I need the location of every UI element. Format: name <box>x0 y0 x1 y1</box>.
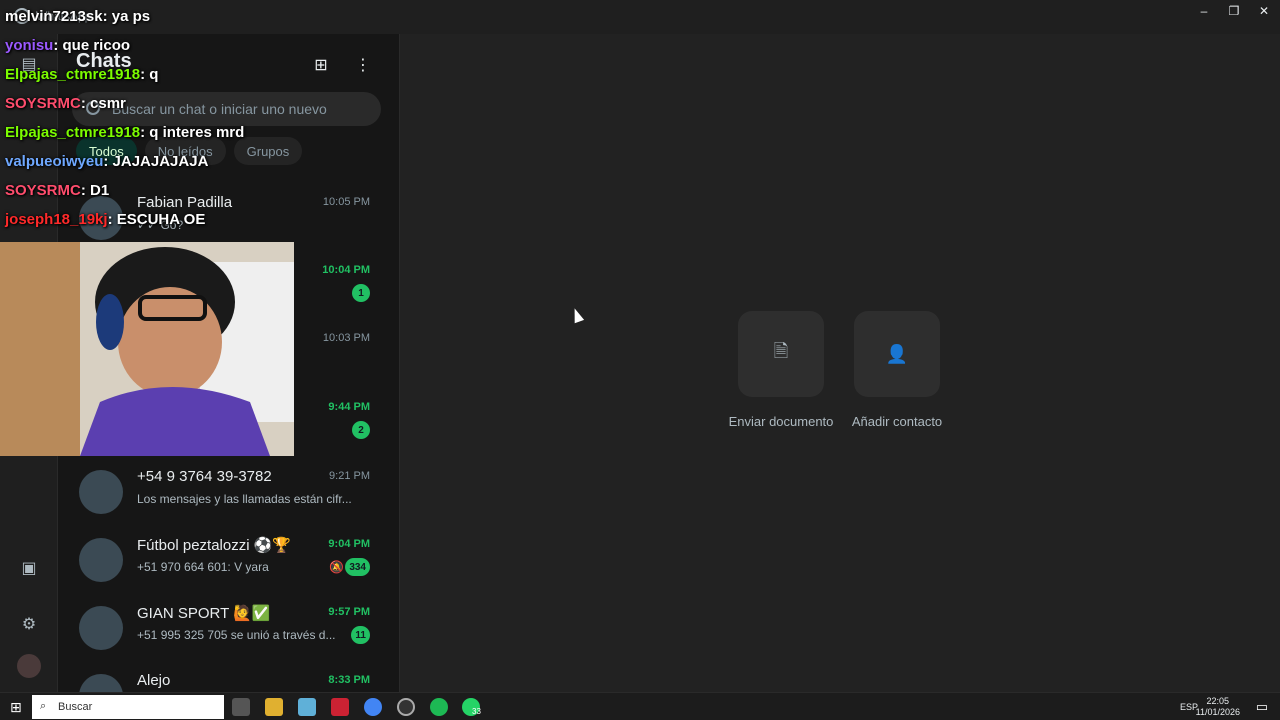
chat-name: GIAN SPORT 🙋✅ <box>137 605 271 622</box>
chat-name: Fabian Padilla <box>137 194 233 211</box>
clock-date: 11/01/2026 <box>1195 707 1240 717</box>
stream-chat-user: valpueoiwyeu <box>5 153 104 170</box>
minimize-button[interactable]: – <box>1188 0 1220 22</box>
webcam-image <box>0 242 294 456</box>
chat-time: 8:33 PM <box>328 674 370 686</box>
chat-time: 10:03 PM <box>322 332 370 344</box>
stream-chat-user: SOYSRMC <box>5 95 81 112</box>
stream-chat-user: joseph18_19kj <box>5 211 108 228</box>
taskbar-search[interactable]: ⌕ Buscar <box>32 695 224 719</box>
title-bar: WhatsApp – ❐ ✕ <box>0 0 1280 34</box>
chat-list-item[interactable]: Fútbol peztalozzi ⚽🏆 9:04 PM +51 970 664… <box>58 526 399 594</box>
chat-list-item[interactable]: GIAN SPORT 🙋✅ 9:57 PM +51 995 325 705 se… <box>58 594 399 662</box>
task-view-icon[interactable] <box>232 698 250 716</box>
webcam-overlay <box>0 242 294 456</box>
notification-icon[interactable]: ▭ <box>1256 699 1268 715</box>
chat-time: 9:44 PM <box>328 401 370 413</box>
new-chat-icon[interactable]: ⊞ <box>310 54 332 76</box>
chat-list-item[interactable]: +54 9 3764 39-3782 9:21 PM Los mensajes … <box>58 458 399 526</box>
chat-time: 10:04 PM <box>322 264 370 276</box>
maximize-button[interactable]: ❐ <box>1218 0 1250 22</box>
taskbar-search-icon: ⌕ <box>40 700 47 712</box>
taskbar: ⊞ ⌕ Buscar 33 ESP 22:05 11/01/2026 ▭ <box>0 692 1280 720</box>
chrome-icon[interactable] <box>364 698 382 716</box>
stream-chat-text: : ESCUHA OE <box>107 211 206 228</box>
stream-chat-message: joseph18_19kj: ESCUHA OE <box>5 211 205 228</box>
avatar <box>79 470 123 514</box>
send-document-label: Enviar documento <box>728 414 834 429</box>
settings-gear-icon[interactable]: ⚙ <box>17 612 41 636</box>
unread-badge: 1 <box>352 284 370 302</box>
chat-time: 9:57 PM <box>328 606 370 618</box>
chat-time: 9:04 PM <box>328 538 370 550</box>
stream-chat-user: melvin7213sk <box>5 8 103 25</box>
stream-chat-message: yonisu: que ricoo <box>5 37 130 54</box>
avatar <box>79 538 123 582</box>
close-button[interactable]: ✕ <box>1248 0 1280 22</box>
stream-chat-message: melvin7213sk: ya ps <box>5 8 150 25</box>
stream-chat-message: Elpajas_ctmre1918: q <box>5 66 158 83</box>
stream-chat-text: : csmr <box>80 95 126 112</box>
avatar <box>79 674 123 692</box>
chat-name: +54 9 3764 39-3782 <box>137 468 272 485</box>
add-contact-button[interactable]: 👤 <box>854 311 940 397</box>
app-icon[interactable] <box>331 698 349 716</box>
clock-time: 22:05 <box>1206 696 1230 706</box>
stream-chat-user: SOYSRMC <box>5 182 81 199</box>
stream-chat-message: valpueoiwyeu: JAJAJAJAJA <box>5 153 208 170</box>
chat-time: 9:21 PM <box>329 470 370 482</box>
chat-last-message: +51 995 325 705 se unió a través d... <box>137 628 336 642</box>
unread-badge: 334 <box>345 558 370 576</box>
stream-chat-text: : que ricoo <box>53 37 131 54</box>
media-icon[interactable]: ▣ <box>17 556 41 580</box>
chat-name: Fútbol peztalozzi ⚽🏆 <box>137 537 292 554</box>
chat-name: Alejo <box>137 672 171 689</box>
chat-time: 10:05 PM <box>322 196 370 208</box>
stream-chat-message: SOYSRMC: D1 <box>5 182 109 199</box>
stream-chat-text: : D1 <box>80 182 110 199</box>
stream-chat-message: SOYSRMC: csmr <box>5 95 126 112</box>
stream-chat-user: Elpajas_ctmre1918 <box>5 124 141 141</box>
stream-chat-user: Elpajas_ctmre1918 <box>5 66 141 83</box>
notepad-icon[interactable] <box>298 698 316 716</box>
stream-chat-text: : ya ps <box>102 8 151 25</box>
windows-start-icon[interactable]: ⊞ <box>10 699 22 716</box>
muted-bell-icon: 🔕 <box>329 560 344 574</box>
spotify-icon[interactable] <box>430 698 448 716</box>
stream-chat-user: yonisu <box>5 37 54 54</box>
stream-chat-message: Elpajas_ctmre1918: q interes mrd <box>5 124 244 141</box>
whatsapp-taskbar-badge: 33 <box>472 707 481 716</box>
add-contact-label: Añadir contacto <box>851 414 943 429</box>
unread-badge: 11 <box>351 626 370 644</box>
menu-icon[interactable]: ⋮ <box>352 54 374 76</box>
filter-groups[interactable]: Grupos <box>233 137 303 165</box>
main-pane: 🗎 Enviar documento 👤 Añadir contacto <box>400 34 1280 692</box>
add-contact-icon: 👤 <box>885 343 909 364</box>
search-placeholder: Buscar un chat o iniciar uno nuevo <box>112 101 327 117</box>
stream-chat-text: : q interes mrd <box>140 124 245 141</box>
avatar <box>79 606 123 650</box>
unread-badge: 2 <box>352 421 370 439</box>
file-explorer-icon[interactable] <box>265 698 283 716</box>
obs-icon[interactable] <box>397 698 415 716</box>
chat-last-message: Los mensajes y las llamadas están cifr..… <box>137 492 352 506</box>
document-icon: 🗎 <box>773 341 789 361</box>
taskbar-search-label: Buscar <box>58 701 93 713</box>
clock[interactable]: 22:05 11/01/2026 <box>1196 696 1240 718</box>
chat-list-item[interactable]: Alejo 8:33 PM <box>58 662 399 692</box>
send-document-button[interactable]: 🗎 <box>738 311 824 397</box>
profile-avatar[interactable] <box>17 654 41 678</box>
stream-chat-text: : JAJAJAJAJA <box>103 153 209 170</box>
stream-chat-text: : q <box>140 66 159 83</box>
